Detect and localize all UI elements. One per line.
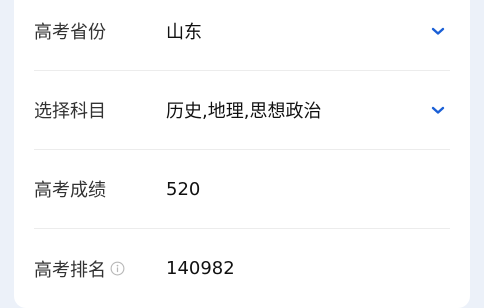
subjects-label: 选择科目 (34, 101, 106, 122)
rank-label-group: 高考排名 (34, 256, 166, 282)
province-value[interactable]: 山东 (166, 18, 430, 44)
chevron-down-icon[interactable] (430, 102, 446, 118)
info-icon[interactable] (110, 261, 125, 276)
score-value[interactable]: 520 (166, 179, 450, 200)
rank-row[interactable]: 高考排名 140982 (34, 229, 450, 308)
rank-value[interactable]: 140982 (166, 258, 450, 279)
score-label: 高考成绩 (34, 180, 106, 201)
rank-label: 高考排名 (34, 259, 106, 281)
subjects-row[interactable]: 选择科目 历史,地理,思想政治 (34, 71, 450, 150)
province-row[interactable]: 高考省份 山东 (34, 0, 450, 71)
exam-info-card: 高考省份 山东 选择科目 历史,地理,思想政治 高考成绩 520 高考排名 14… (14, 0, 470, 308)
chevron-down-icon[interactable] (430, 23, 446, 39)
score-row[interactable]: 高考成绩 520 (34, 150, 450, 229)
province-label: 高考省份 (34, 22, 106, 43)
subjects-value[interactable]: 历史,地理,思想政治 (166, 97, 430, 123)
